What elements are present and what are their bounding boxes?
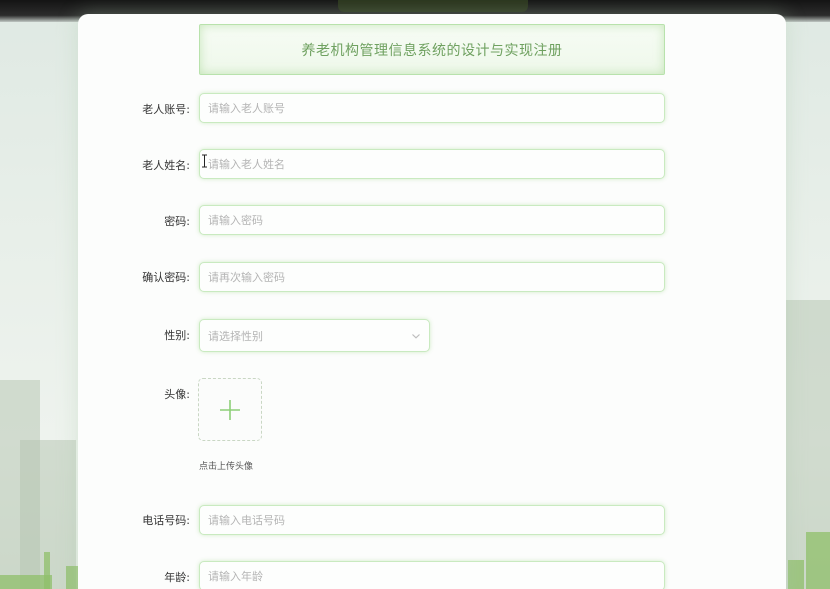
page-title: 养老机构管理信息系统的设计与实现注册: [199, 24, 665, 75]
password-input[interactable]: [199, 205, 665, 235]
banner-decoration: [338, 0, 528, 12]
text-cursor-icon: [202, 154, 207, 168]
gender-label: 性别:: [164, 329, 190, 342]
age-label: 年龄:: [164, 571, 190, 584]
name-label: 老人姓名:: [142, 159, 190, 172]
avatar-upload-hint: 点击上传头像: [199, 462, 254, 472]
phone-input[interactable]: [199, 505, 665, 535]
plus-icon: [220, 399, 240, 420]
avatar-upload-button[interactable]: [198, 378, 262, 441]
name-input[interactable]: [199, 149, 665, 179]
password-label: 密码:: [164, 215, 190, 228]
confirm-password-label: 确认密码:: [142, 271, 190, 284]
phone-label: 电话号码:: [142, 514, 190, 527]
age-input[interactable]: [199, 561, 665, 589]
avatar-label: 头像:: [164, 388, 190, 401]
account-label: 老人账号:: [142, 103, 190, 116]
gender-select[interactable]: 请选择性别: [199, 319, 430, 352]
gender-select-placeholder: 请选择性别: [208, 329, 263, 343]
confirm-password-input[interactable]: [199, 262, 665, 292]
chevron-down-icon: [412, 333, 420, 339]
account-input[interactable]: [199, 93, 665, 123]
